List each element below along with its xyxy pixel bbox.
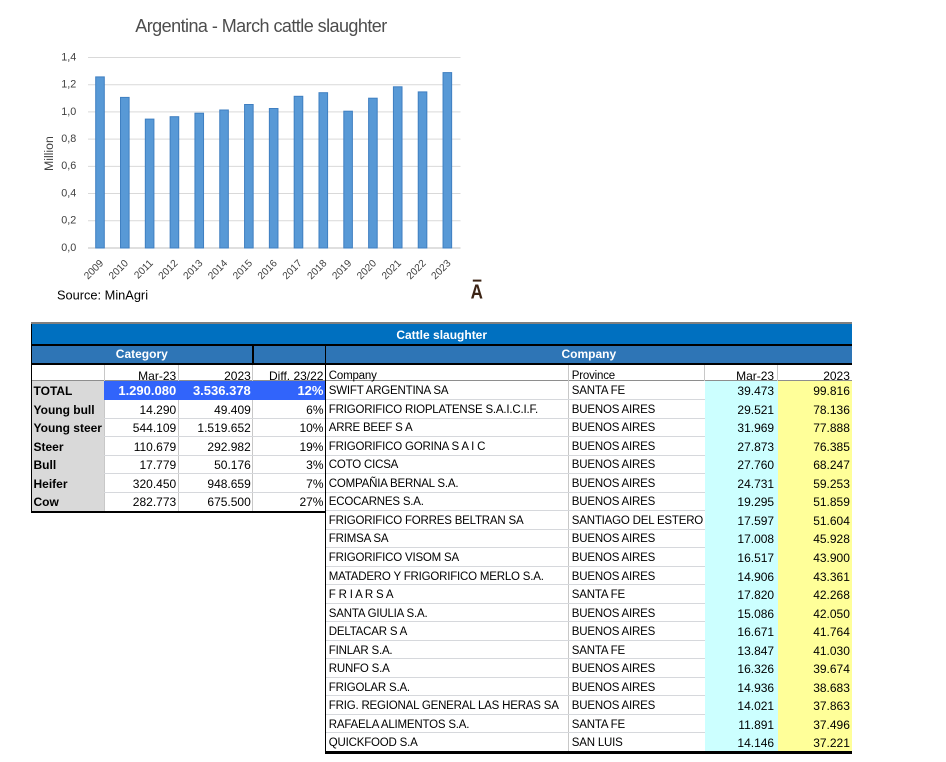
svg-text:Source: MinAgri: Source: MinAgri [57, 288, 148, 303]
svg-text:1,4: 1,4 [61, 51, 76, 63]
svg-text:Million: Million [42, 136, 56, 171]
svg-text:2022: 2022 [405, 258, 429, 282]
svg-text:0,0: 0,0 [61, 242, 76, 254]
svg-text:2017: 2017 [281, 258, 305, 282]
svg-text:2010: 2010 [107, 258, 131, 282]
svg-text:A: A [471, 280, 484, 303]
svg-text:1,0: 1,0 [61, 106, 76, 118]
svg-text:2018: 2018 [306, 258, 330, 282]
svg-text:2015: 2015 [231, 258, 255, 282]
svg-text:2014: 2014 [206, 258, 230, 282]
svg-text:2023: 2023 [430, 258, 454, 282]
svg-text:1,2: 1,2 [61, 79, 76, 91]
svg-text:2020: 2020 [355, 258, 379, 282]
svg-text:2019: 2019 [330, 258, 354, 282]
svg-text:2012: 2012 [157, 258, 181, 282]
svg-text:2009: 2009 [82, 258, 106, 282]
svg-text:0,8: 0,8 [61, 133, 76, 145]
svg-text:2013: 2013 [182, 258, 206, 282]
svg-text:0,4: 0,4 [61, 187, 76, 199]
svg-text:2011: 2011 [132, 258, 156, 282]
svg-text:0,2: 0,2 [61, 215, 76, 227]
svg-text:2021: 2021 [380, 258, 404, 282]
svg-text:2016: 2016 [256, 258, 280, 282]
svg-text:0,6: 0,6 [61, 160, 76, 172]
svg-text:Argentina - March cattle slaug: Argentina - March cattle slaughter [135, 16, 387, 36]
